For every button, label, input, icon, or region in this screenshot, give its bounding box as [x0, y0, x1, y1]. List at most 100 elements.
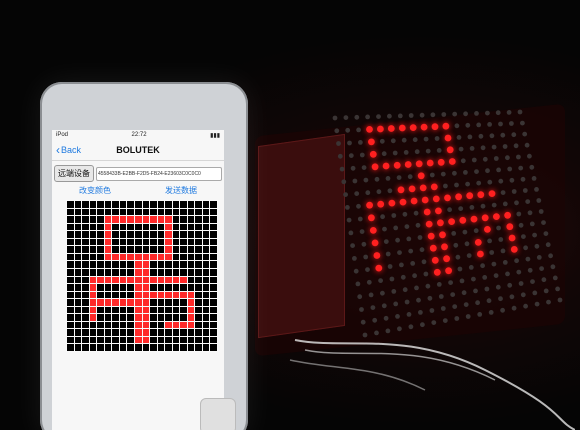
pixel-cell-off[interactable] [74, 201, 82, 208]
pixel-cell-off[interactable] [157, 329, 165, 336]
pixel-cell-off[interactable] [67, 238, 74, 246]
pixel-cell-off[interactable] [74, 314, 82, 321]
pixel-cell-off[interactable] [195, 306, 202, 314]
pixel-cell-off[interactable] [97, 306, 104, 314]
pixel-cell-off[interactable] [119, 291, 127, 299]
pixel-cell-off[interactable] [195, 231, 202, 238]
pixel-cell-off[interactable] [157, 223, 165, 231]
pixel-cell-off[interactable] [180, 231, 187, 238]
pixel-cell-on[interactable] [112, 276, 119, 284]
pixel-cell-off[interactable] [210, 268, 217, 276]
pixel-cell-off[interactable] [134, 223, 142, 231]
pixel-cell-off[interactable] [82, 268, 89, 276]
pixel-cell-on[interactable] [165, 253, 172, 261]
pixel-cell-off[interactable] [104, 336, 112, 344]
pixel-cell-off[interactable] [165, 329, 172, 336]
pixel-cell-off[interactable] [119, 238, 127, 246]
pixel-cell-off[interactable] [74, 231, 82, 238]
pixel-cell-off[interactable] [187, 216, 195, 223]
pixel-cell-on[interactable] [142, 276, 150, 284]
pixel-cell-off[interactable] [97, 336, 104, 344]
pixel-cell-off[interactable] [97, 329, 104, 336]
pixel-cell-off[interactable] [180, 268, 187, 276]
pixel-cell-off[interactable] [150, 268, 157, 276]
pixel-cell-off[interactable] [127, 314, 134, 321]
pixel-cell-off[interactable] [195, 246, 202, 253]
pixel-cell-off[interactable] [210, 201, 217, 208]
pixel-cell-on[interactable] [142, 291, 150, 299]
pixel-cell-off[interactable] [82, 299, 89, 306]
pixel-cell-off[interactable] [150, 238, 157, 246]
pixel-cell-off[interactable] [97, 238, 104, 246]
pixel-cell-on[interactable] [112, 299, 119, 306]
pixel-cell-off[interactable] [134, 231, 142, 238]
pixel-cell-off[interactable] [210, 321, 217, 329]
pixel-cell-on[interactable] [97, 276, 104, 284]
pixel-cell-on[interactable] [142, 314, 150, 321]
pixel-cell-off[interactable] [172, 216, 180, 223]
device-uuid-field[interactable]: 4558433B-E2BB-F2D5-FB24-E23603C0C0C0 [96, 166, 222, 181]
pixel-cell-off[interactable] [104, 268, 112, 276]
pixel-cell-off[interactable] [202, 261, 210, 268]
pixel-cell-off[interactable] [127, 246, 134, 253]
pixel-cell-off[interactable] [74, 344, 82, 351]
pixel-cell-off[interactable] [112, 329, 119, 336]
pixel-cell-off[interactable] [195, 299, 202, 306]
pixel-cell-off[interactable] [134, 344, 142, 351]
pixel-cell-off[interactable] [195, 253, 202, 261]
pixel-cell-off[interactable] [74, 336, 82, 344]
pixel-cell-on[interactable] [142, 321, 150, 329]
pixel-cell-off[interactable] [67, 344, 74, 351]
pixel-cell-off[interactable] [127, 344, 134, 351]
pixel-cell-off[interactable] [74, 306, 82, 314]
pixel-cell-off[interactable] [112, 261, 119, 268]
pixel-cell-on[interactable] [127, 253, 134, 261]
pixel-cell-off[interactable] [89, 246, 97, 253]
pixel-cell-on[interactable] [172, 276, 180, 284]
pixel-cell-off[interactable] [82, 291, 89, 299]
pixel-cell-off[interactable] [142, 238, 150, 246]
pixel-cell-off[interactable] [82, 314, 89, 321]
pixel-cell-on[interactable] [187, 291, 195, 299]
pixel-cell-off[interactable] [97, 208, 104, 216]
pixel-cell-off[interactable] [97, 268, 104, 276]
pixel-cell-off[interactable] [119, 336, 127, 344]
send-data-button[interactable]: 发送数据 [165, 185, 197, 196]
pixel-cell-on[interactable] [127, 299, 134, 306]
pixel-cell-off[interactable] [210, 284, 217, 291]
pixel-cell-off[interactable] [157, 336, 165, 344]
pixel-cell-on[interactable] [134, 291, 142, 299]
pixel-cell-off[interactable] [112, 238, 119, 246]
pixel-cell-on[interactable] [134, 314, 142, 321]
pixel-cell-off[interactable] [82, 306, 89, 314]
pixel-cell-off[interactable] [187, 253, 195, 261]
pixel-cell-off[interactable] [112, 208, 119, 216]
pixel-cell-off[interactable] [67, 223, 74, 231]
pixel-cell-off[interactable] [82, 276, 89, 284]
pixel-cell-off[interactable] [202, 276, 210, 284]
pixel-cell-off[interactable] [172, 314, 180, 321]
pixel-cell-off[interactable] [210, 216, 217, 223]
pixel-cell-off[interactable] [67, 299, 74, 306]
pixel-cell-on[interactable] [89, 314, 97, 321]
pixel-cell-off[interactable] [112, 284, 119, 291]
pixel-cell-off[interactable] [187, 208, 195, 216]
pixel-cell-on[interactable] [180, 291, 187, 299]
pixel-cell-on[interactable] [142, 261, 150, 268]
pixel-cell-on[interactable] [150, 276, 157, 284]
pixel-cell-off[interactable] [67, 201, 74, 208]
pixel-cell-off[interactable] [82, 253, 89, 261]
pixel-cell-off[interactable] [157, 344, 165, 351]
pixel-cell-on[interactable] [180, 321, 187, 329]
pixel-cell-off[interactable] [74, 246, 82, 253]
pixel-cell-off[interactable] [172, 299, 180, 306]
pixel-cell-on[interactable] [142, 299, 150, 306]
pixel-cell-off[interactable] [195, 276, 202, 284]
pixel-cell-off[interactable] [202, 216, 210, 223]
pixel-cell-on[interactable] [134, 216, 142, 223]
pixel-cell-off[interactable] [89, 268, 97, 276]
pixel-cell-off[interactable] [165, 344, 172, 351]
pixel-cell-on[interactable] [134, 329, 142, 336]
pixel-cell-on[interactable] [187, 314, 195, 321]
pixel-cell-off[interactable] [157, 201, 165, 208]
